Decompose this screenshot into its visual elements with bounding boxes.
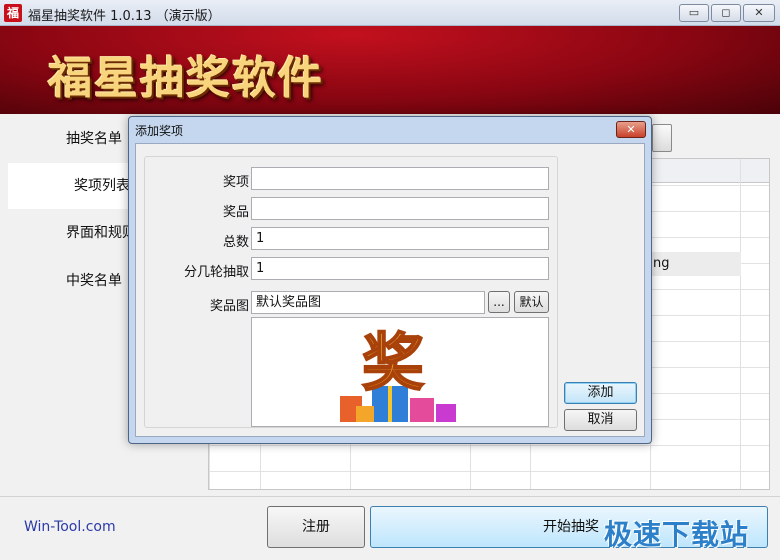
banner-title: 福星抽奖软件 — [48, 53, 324, 104]
cancel-button[interactable]: 取消 — [564, 409, 637, 431]
dialog-close-button[interactable]: ✕ — [616, 121, 646, 138]
dialog-title: 添加奖项 — [135, 124, 184, 138]
minimize-button[interactable]: ▭ — [679, 4, 709, 22]
prize-name-input[interactable] — [251, 167, 549, 190]
prize-image-preview: 奖 — [251, 317, 549, 427]
dialog-body: 奖项 奖品 总数 1 分几轮抽取 1 奖品图 默认奖品图 ... 默认 奖 添加… — [135, 143, 645, 437]
window-title: 福星抽奖软件 1.0.13 （演示版） — [28, 9, 221, 24]
total-input[interactable]: 1 — [251, 227, 549, 250]
rounds-input[interactable]: 1 — [251, 257, 549, 280]
prize-item-input[interactable] — [251, 197, 549, 220]
footer-bar: Win-Tool.com 注册 开始抽奖 极速下载站 — [0, 496, 780, 560]
title-bar: 福 福星抽奖软件 1.0.13 （演示版） ▭ ◻ ✕ — [0, 0, 780, 26]
prize-name-label: 奖项 — [222, 175, 249, 190]
table-cell: ng — [653, 256, 670, 271]
default-image-button[interactable]: 默认 — [514, 291, 549, 313]
table-divider — [740, 159, 741, 489]
total-label: 总数 — [222, 235, 249, 250]
banner: 福星抽奖软件 — [0, 26, 780, 114]
add-prize-dialog: 添加奖项 ✕ 奖项 奖品 总数 1 分几轮抽取 1 奖品图 默认奖品图 ... … — [128, 116, 652, 444]
start-draw-label: 开始抽奖 — [543, 519, 599, 535]
prize-image-label: 奖品图 — [209, 299, 249, 314]
register-button[interactable]: 注册 — [267, 506, 365, 548]
content-toolbar-button[interactable] — [652, 124, 672, 152]
gift-box-icon — [410, 398, 434, 422]
prize-form-group: 奖项 奖品 总数 1 分几轮抽取 1 奖品图 默认奖品图 ... 默认 奖 — [144, 156, 558, 428]
watermark: 极速下载站 — [604, 518, 750, 551]
prize-image: 奖 — [340, 325, 456, 422]
close-button[interactable]: ✕ — [743, 4, 775, 22]
website-link[interactable]: Win-Tool.com — [24, 519, 116, 535]
gift-box-icon — [436, 404, 456, 422]
prize-item-label: 奖品 — [222, 205, 249, 220]
rounds-label: 分几轮抽取 — [183, 265, 249, 280]
maximize-button[interactable]: ◻ — [711, 4, 741, 22]
prize-glyph: 奖 — [362, 326, 424, 399]
add-button[interactable]: 添加 — [564, 382, 637, 404]
prize-image-input[interactable]: 默认奖品图 — [251, 291, 485, 314]
browse-button[interactable]: ... — [488, 291, 510, 313]
app-icon: 福 — [4, 4, 22, 22]
